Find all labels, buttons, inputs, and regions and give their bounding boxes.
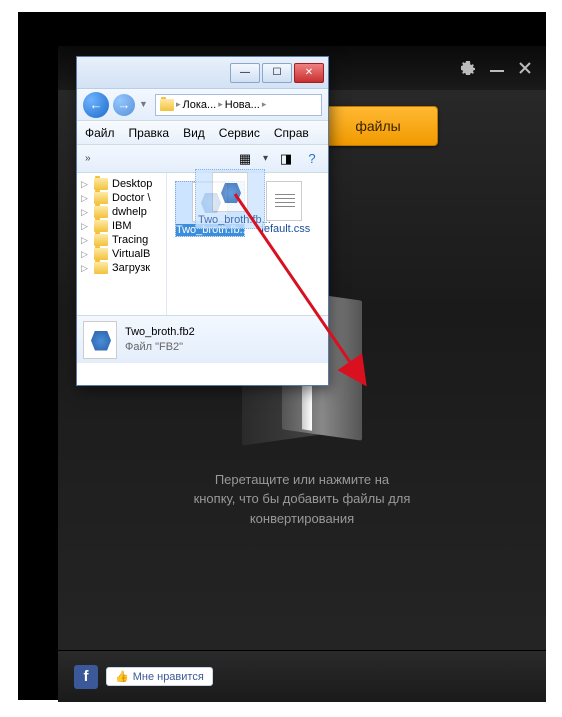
tree-label: IBM [112, 220, 132, 232]
folder-icon [160, 99, 174, 111]
detail-filetype: Файл "FB2" [125, 340, 195, 354]
app-close-icon[interactable] [518, 61, 532, 75]
thumbs-up-icon: 👍 [115, 670, 129, 683]
breadcrumb-part[interactable]: Лока... [183, 99, 217, 111]
tree-label: VirtualB [112, 248, 150, 260]
css-file-icon [266, 181, 302, 221]
add-files-button[interactable]: файлы [318, 106, 438, 146]
folder-icon [94, 178, 108, 190]
menu-help[interactable]: Справ [274, 126, 309, 140]
explorer-menu-bar: Файл Правка Вид Сервис Справ [77, 121, 328, 145]
tree-item[interactable]: ▷ Doctor \ [77, 191, 166, 205]
folder-icon [94, 234, 108, 246]
like-label: Мне нравится [133, 671, 204, 683]
tree-item[interactable]: ▷ Tracing [77, 233, 166, 247]
nav-history-dropdown-icon[interactable]: ▼ [139, 99, 151, 111]
expand-icon[interactable]: ▷ [81, 235, 90, 246]
app-minimize-icon[interactable] [490, 70, 504, 72]
tree-label: Загрузк [112, 262, 150, 274]
preview-pane-icon[interactable]: ◨ [278, 151, 294, 167]
tree-item[interactable]: ▷ Загрузк [77, 261, 166, 275]
tree-label: dwhelp [112, 206, 147, 218]
folder-icon [94, 248, 108, 260]
window-minimize-button[interactable]: — [230, 63, 260, 83]
expand-icon[interactable]: ▷ [81, 263, 90, 274]
nav-back-button[interactable]: ← [83, 92, 109, 118]
details-pane: Two_broth.fb2 Файл "FB2" [77, 315, 328, 363]
tree-item[interactable]: ▷ IBM [77, 219, 166, 233]
app-footer: f 👍 Мне нравится [58, 650, 546, 702]
expand-icon[interactable]: ▷ [81, 207, 90, 218]
tree-label: Doctor \ [112, 192, 151, 204]
expand-icon[interactable]: ▷ [81, 249, 90, 260]
explorer-titlebar: — ☐ ✕ [77, 57, 328, 89]
menu-edit[interactable]: Правка [129, 126, 170, 140]
folder-icon [94, 262, 108, 274]
folder-icon [94, 192, 108, 204]
facebook-icon[interactable]: f [74, 665, 98, 689]
breadcrumb[interactable]: ▸ Лока... ▸ Нова... ▸ [155, 94, 322, 116]
nav-forward-button[interactable]: → [113, 94, 135, 116]
settings-gear-icon[interactable] [460, 60, 476, 76]
add-files-label: файлы [355, 118, 400, 134]
fb2-file-icon [83, 321, 117, 359]
drag-ghost-label: Two_broth.fb... [198, 214, 262, 226]
toolbar-overflow-icon[interactable]: » [85, 153, 91, 164]
view-dropdown-icon[interactable]: ▾ [263, 153, 268, 164]
window-close-button[interactable]: ✕ [294, 63, 324, 83]
screenshot-canvas: файлы Перетащите или нажмите на кнопку, … [18, 12, 546, 700]
tree-label: Desktop [112, 178, 152, 190]
drop-instructions: Перетащите или нажмите на кнопку, что бы… [194, 470, 411, 529]
tree-item[interactable]: ▷ dwhelp [77, 205, 166, 219]
expand-icon[interactable]: ▷ [81, 179, 90, 190]
folder-tree[interactable]: ▷ Desktop ▷ Doctor \ ▷ dwhelp ▷ IBM ▷ Tracing ▷ Vir… [77, 173, 167, 315]
menu-service[interactable]: Сервис [219, 126, 260, 140]
view-mode-icon[interactable]: ▦ [237, 151, 253, 167]
fb2-file-icon [212, 172, 248, 212]
window-maximize-button[interactable]: ☐ [262, 63, 292, 83]
folder-icon [94, 220, 108, 232]
detail-filename: Two_broth.fb2 [125, 325, 195, 339]
expand-icon[interactable]: ▷ [81, 193, 90, 204]
help-icon[interactable]: ? [304, 151, 320, 167]
menu-view[interactable]: Вид [183, 126, 205, 140]
like-button[interactable]: 👍 Мне нравится [106, 667, 213, 686]
tree-item[interactable]: ▷ Desktop [77, 177, 166, 191]
tree-item[interactable]: ▷ VirtualB [77, 247, 166, 261]
tree-label: Tracing [112, 234, 148, 246]
expand-icon[interactable]: ▷ [81, 221, 90, 232]
breadcrumb-part[interactable]: Нова... [225, 99, 260, 111]
folder-icon [94, 206, 108, 218]
explorer-nav-bar: ← → ▼ ▸ Лока... ▸ Нова... ▸ [77, 89, 328, 121]
drag-ghost: Two_broth.fb... [195, 169, 265, 229]
menu-file[interactable]: Файл [85, 126, 115, 140]
